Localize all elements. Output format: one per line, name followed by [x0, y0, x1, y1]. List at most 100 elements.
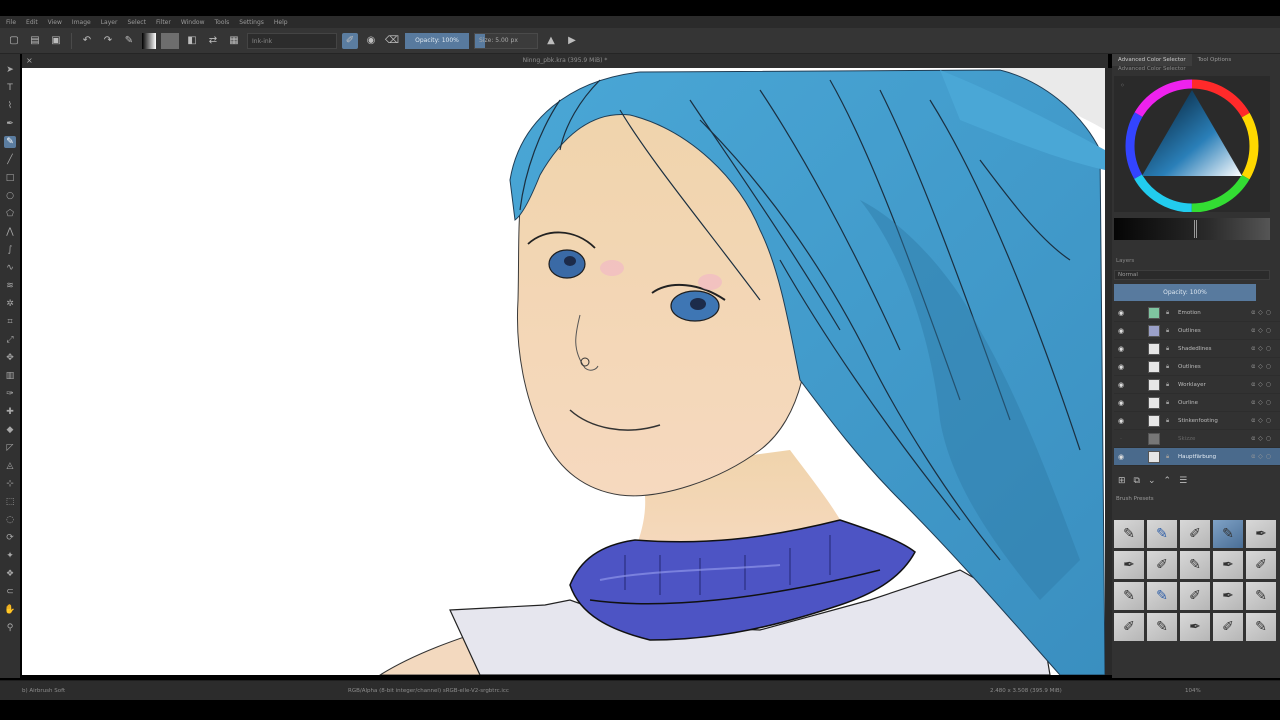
layer-row[interactable]: ◉ 🔒︎ Emotion α◇○: [1114, 304, 1280, 322]
brush-mode-icon[interactable]: ✐: [342, 32, 358, 49]
brush-preset-texture[interactable]: ✎: [1147, 613, 1177, 641]
layer-row[interactable]: ◉ 🔒︎ Stinkenfooting α◇○: [1114, 412, 1280, 430]
blend-mode-dropdown[interactable]: Normal: [1114, 270, 1270, 280]
move-tool-icon[interactable]: ✥: [4, 352, 16, 364]
smart-patch-icon[interactable]: ✚: [4, 406, 16, 418]
brush-preset-fineliner[interactable]: ✎: [1147, 582, 1177, 610]
alpha-lock-icon[interactable]: ◉: [363, 33, 379, 49]
brush-preset-pen[interactable]: ✒: [1114, 551, 1144, 579]
layer-row[interactable]: ◉ 🔒︎ Ourline α◇○: [1114, 394, 1280, 412]
eraser-mode-icon[interactable]: ⌫: [384, 33, 400, 49]
visibility-eye-icon[interactable]: ◉: [1114, 399, 1128, 407]
layer-lock-icon[interactable]: 🔒︎: [1166, 399, 1169, 407]
layer-lock-icon[interactable]: 🔒︎: [1166, 417, 1169, 425]
visibility-eye-icon[interactable]: ·: [1114, 435, 1128, 443]
menu-filter[interactable]: Filter: [156, 19, 171, 26]
color-selector[interactable]: ◦: [1114, 76, 1270, 213]
tab-color-selector[interactable]: Advanced Color Selector: [1112, 54, 1192, 66]
layer-row-selected[interactable]: ◉ 🔒︎ Hauptfärbung α◇○: [1114, 448, 1280, 466]
brush-preset-airbrush[interactable]: ✎: [1213, 520, 1243, 548]
layer-opacity-slider[interactable]: Opacity: 100%: [1114, 284, 1256, 301]
brush-preset-oil[interactable]: ✎: [1246, 582, 1276, 610]
layer-properties-icons[interactable]: α◇○: [1251, 345, 1274, 352]
move-layer-down-icon[interactable]: ⌄: [1148, 476, 1156, 486]
layer-properties-icons[interactable]: α◇○: [1251, 453, 1274, 460]
brush-preset-eraser[interactable]: ✎: [1114, 520, 1144, 548]
text-tool-icon[interactable]: T: [4, 82, 16, 94]
zoom-tool-icon[interactable]: ⚲: [4, 622, 16, 634]
calligraphy-icon[interactable]: ✒: [4, 118, 16, 130]
menu-help[interactable]: Help: [274, 19, 288, 26]
magnetic-select-icon[interactable]: ⊂: [4, 586, 16, 598]
layer-properties-icons[interactable]: α◇○: [1251, 399, 1274, 406]
visibility-eye-icon[interactable]: ◉: [1114, 381, 1128, 389]
layer-row[interactable]: · Skizze α◇○: [1114, 430, 1280, 448]
mirror-icon[interactable]: ▲: [543, 33, 559, 49]
visibility-eye-icon[interactable]: ◉: [1114, 309, 1128, 317]
layer-lock-icon[interactable]: 🔒︎: [1166, 327, 1169, 335]
menu-window[interactable]: Window: [181, 19, 205, 26]
layer-properties-icons[interactable]: α◇○: [1251, 309, 1274, 316]
menu-edit[interactable]: Edit: [26, 19, 38, 26]
menu-select[interactable]: Select: [127, 19, 146, 26]
visibility-eye-icon[interactable]: ◉: [1114, 453, 1128, 461]
rect-select-icon[interactable]: ⬚: [4, 496, 16, 508]
lasso-select-icon[interactable]: ⟳: [4, 532, 16, 544]
line-tool-icon[interactable]: ╱: [4, 154, 16, 166]
layer-properties-icons[interactable]: α◇○: [1251, 417, 1274, 424]
layer-row[interactable]: ◉ 🔒︎ Outlines α◇○: [1114, 322, 1280, 340]
visibility-eye-icon[interactable]: ◉: [1114, 345, 1128, 353]
freehand-path-icon[interactable]: ∿: [4, 262, 16, 274]
menu-file[interactable]: File: [6, 19, 16, 26]
transform-tool-icon[interactable]: ⤢: [4, 334, 16, 346]
undo-icon[interactable]: ↶: [79, 33, 95, 49]
brush-preset-chalk[interactable]: ✐: [1180, 582, 1210, 610]
brush-preset-detail[interactable]: ✐: [1246, 551, 1276, 579]
layer-lock-icon[interactable]: 🔒︎: [1166, 309, 1169, 317]
gradient-swatch[interactable]: [142, 32, 156, 49]
menu-settings[interactable]: Settings: [239, 19, 264, 26]
pattern-swatch[interactable]: [161, 32, 179, 49]
brush-editor-icon[interactable]: ✎: [121, 33, 137, 49]
open-document-icon[interactable]: ▤: [27, 33, 43, 49]
menu-view[interactable]: View: [48, 19, 62, 26]
brush-preset-blender[interactable]: ✐: [1180, 520, 1210, 548]
move-layer-up-icon[interactable]: ⌃: [1164, 476, 1172, 486]
redo-icon[interactable]: ↷: [100, 33, 116, 49]
opacity-slider[interactable]: Opacity: 100%: [405, 32, 469, 49]
save-document-icon[interactable]: ▣: [48, 33, 64, 49]
duplicate-layer-icon[interactable]: ⧉: [1134, 476, 1140, 486]
edit-shapes-icon[interactable]: ⌇: [4, 100, 16, 112]
add-layer-icon[interactable]: ⊞: [1118, 476, 1126, 486]
polygon-tool-icon[interactable]: ⬠: [4, 208, 16, 220]
wrap-around-icon[interactable]: ▶: [564, 33, 580, 49]
color-wheel[interactable]: ◦: [1114, 76, 1270, 213]
size-slider[interactable]: Size: 5.00 px: [474, 32, 538, 49]
brush-preset-watercolor[interactable]: ✒: [1180, 613, 1210, 641]
freehand-brush-icon[interactable]: ✎: [4, 136, 16, 148]
layer-properties-icons[interactable]: α◇○: [1251, 435, 1274, 442]
layer-row[interactable]: ◉ 🔒︎ Shadedlines α◇○: [1114, 340, 1280, 358]
contiguous-select-icon[interactable]: ✦: [4, 550, 16, 562]
similar-select-icon[interactable]: ❖: [4, 568, 16, 580]
menu-layer[interactable]: Layer: [101, 19, 118, 26]
menu-image[interactable]: Image: [72, 19, 91, 26]
gradient-tool-icon[interactable]: ▥: [4, 370, 16, 382]
swap-colors-icon[interactable]: ⇄: [205, 33, 221, 49]
drawing-canvas[interactable]: [22, 68, 1105, 675]
layer-row[interactable]: ◉ 🔒︎ Worklayer α◇○: [1114, 376, 1280, 394]
reference-tool-icon[interactable]: ⊹: [4, 478, 16, 490]
polyline-tool-icon[interactable]: ⋀: [4, 226, 16, 238]
layer-lock-icon[interactable]: 🔒︎: [1166, 345, 1169, 353]
rectangle-tool-icon[interactable]: □: [4, 172, 16, 184]
ellipse-select-icon[interactable]: ◌: [4, 514, 16, 526]
layer-properties-icons[interactable]: α◇○: [1251, 327, 1274, 334]
select-shapes-icon[interactable]: ➤: [4, 64, 16, 76]
menu-tools[interactable]: Tools: [215, 19, 230, 26]
crop-tool-icon[interactable]: ⌗: [4, 316, 16, 328]
brush-preset-smudge[interactable]: ✐: [1213, 613, 1243, 641]
pan-tool-icon[interactable]: ✋: [4, 604, 16, 616]
new-document-icon[interactable]: ▢: [6, 33, 22, 49]
brush-preset-soft[interactable]: ✐: [1147, 551, 1177, 579]
brush-preset-pencil[interactable]: ✎: [1114, 582, 1144, 610]
